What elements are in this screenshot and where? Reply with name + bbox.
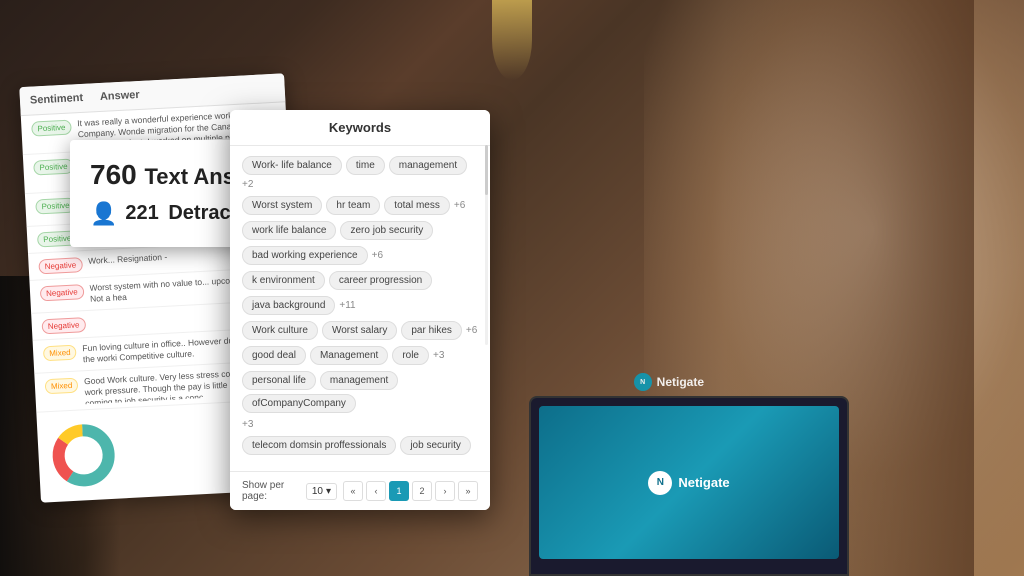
sentiment-column-header: Sentiment	[30, 91, 101, 107]
sentiment-badge-positive: Positive	[33, 159, 74, 176]
keyword-tag[interactable]: Management	[310, 346, 388, 365]
sentiment-badge-negative: Negative	[40, 284, 84, 301]
show-per-page-label: Show per page:	[242, 480, 300, 502]
keyword-row: personal life management ofCompanyCompan…	[242, 371, 478, 413]
page-2-button[interactable]: 2	[412, 481, 432, 501]
keyword-tag[interactable]: good deal	[242, 346, 306, 365]
answer-column-header: Answer	[100, 82, 275, 103]
laptop: N Netigate	[529, 396, 849, 576]
first-page-button[interactable]: «	[343, 481, 363, 501]
keyword-count: +2	[242, 179, 253, 190]
keyword-row: k environment career progression	[242, 271, 478, 290]
answer-text: Work... Resignation -	[88, 252, 168, 267]
keyword-count: +6	[454, 200, 465, 211]
keyword-count: +11	[339, 300, 355, 311]
laptop-netigate-logo: N Netigate	[648, 471, 729, 495]
donut-chart	[47, 419, 121, 493]
keywords-header: Keywords	[230, 110, 490, 146]
keyword-row: work life balance zero job security	[242, 221, 478, 240]
keywords-body[interactable]: Work- life balance time management +2 Wo…	[230, 146, 490, 471]
sentiment-badge-mixed: Mixed	[43, 345, 77, 362]
keyword-tag[interactable]: career progression	[329, 271, 432, 290]
keyword-tag[interactable]: ofCompanyCompany	[242, 394, 356, 413]
keywords-scrollbar-thumb[interactable]	[485, 145, 488, 195]
pagination: « ‹ 1 2 › »	[343, 481, 478, 501]
keyword-row: good deal Management role +3	[242, 346, 478, 365]
keyword-count: +6	[466, 325, 477, 336]
sentiment-badge-negative: Negative	[41, 317, 85, 334]
keyword-tag[interactable]: bad working experience	[242, 246, 368, 265]
keyword-tag[interactable]: java background	[242, 296, 335, 315]
keyword-row: +3	[242, 419, 478, 430]
keyword-tag[interactable]: zero job security	[340, 221, 433, 240]
keyword-tag[interactable]: par hikes	[401, 321, 462, 340]
sentiment-badge-positive: Positive	[31, 120, 72, 137]
keyword-tag[interactable]: work life balance	[242, 221, 336, 240]
keyword-row: Work- life balance time management +2	[242, 156, 478, 190]
sentiment-badge-mixed: Mixed	[45, 378, 79, 395]
keyword-row: java background +11	[242, 296, 478, 315]
keywords-scrollbar[interactable]	[485, 145, 488, 345]
netigate-watermark: N Netigate	[634, 373, 704, 391]
ui-cards-container: Sentiment Answer Positive It was really …	[30, 80, 295, 496]
last-page-button[interactable]: »	[458, 481, 478, 501]
keywords-card: Keywords Work- life balance time managem…	[230, 110, 490, 510]
person-icon: 👤	[90, 201, 117, 227]
keyword-tag[interactable]: total mess	[384, 196, 450, 215]
keyword-tag[interactable]: management	[389, 156, 467, 175]
per-page-select[interactable]: 10 ▾	[306, 483, 337, 500]
keyword-tag[interactable]: personal life	[242, 371, 316, 390]
keyword-tag[interactable]: k environment	[242, 271, 325, 290]
keyword-tag[interactable]: Work- life balance	[242, 156, 342, 175]
keyword-row: telecom domsin proffessionals job securi…	[242, 436, 478, 455]
keyword-tag[interactable]: role	[392, 346, 429, 365]
page-1-button[interactable]: 1	[389, 481, 409, 501]
keyword-row: Work culture Worst salary par hikes +6	[242, 321, 478, 340]
keyword-tag[interactable]: Worst system	[242, 196, 322, 215]
keyword-tag[interactable]: hr team	[326, 196, 380, 215]
keyword-tag[interactable]: management	[320, 371, 398, 390]
keyword-tag[interactable]: job security	[400, 436, 471, 455]
keyword-count: +3	[242, 419, 253, 430]
keyword-tag[interactable]: Worst salary	[322, 321, 397, 340]
keyword-count: +6	[372, 250, 383, 261]
prev-page-button[interactable]: ‹	[366, 481, 386, 501]
keywords-footer: Show per page: 10 ▾ « ‹ 1 2 › »	[230, 471, 490, 510]
light-fixture	[492, 0, 532, 80]
keyword-tag[interactable]: Work culture	[242, 321, 318, 340]
keyword-tag[interactable]: telecom domsin proffessionals	[242, 436, 396, 455]
keyword-row: bad working experience +6	[242, 246, 478, 265]
next-page-button[interactable]: ›	[435, 481, 455, 501]
keyword-tag[interactable]: time	[346, 156, 385, 175]
sentiment-badge-negative: Negative	[38, 257, 82, 274]
keyword-count: +3	[433, 350, 444, 361]
keyword-row: Worst system hr team total mess +6	[242, 196, 478, 215]
laptop-screen: N Netigate	[539, 406, 839, 559]
